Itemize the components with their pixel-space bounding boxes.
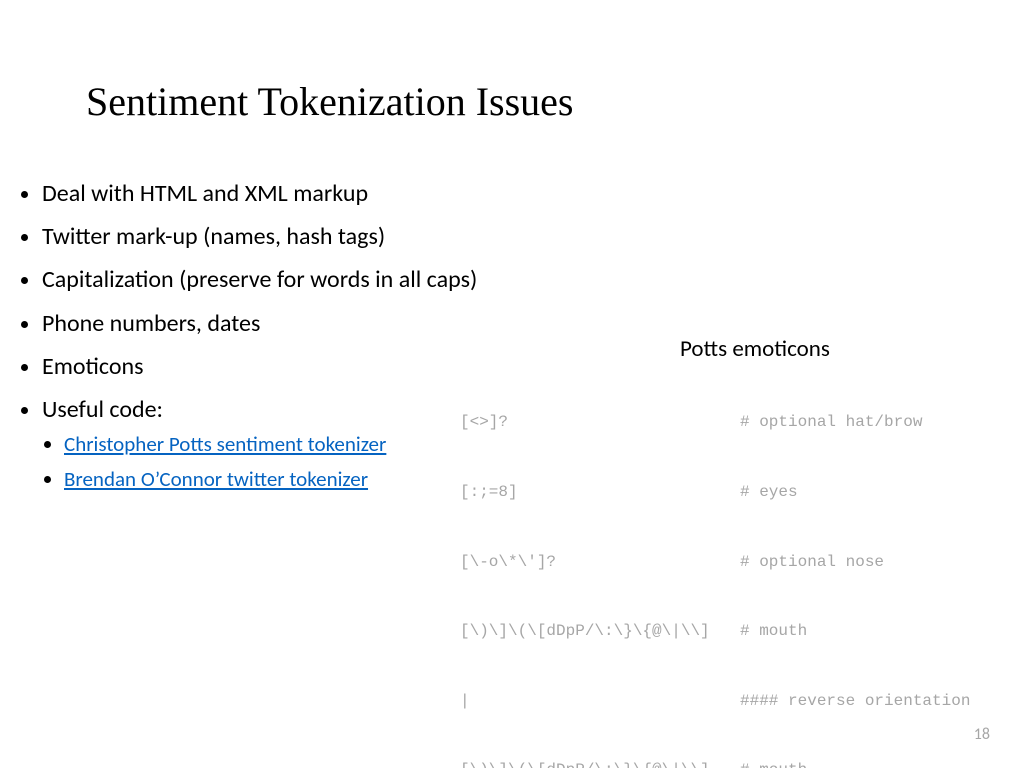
code-pattern: [<>]? <box>460 411 740 434</box>
code-comment: # eyes <box>740 481 798 504</box>
page-number: 18 <box>974 725 990 744</box>
slide-title: Sentiment Tokenization Issues <box>86 78 574 125</box>
sub-bullet-item: Christopher Potts sentiment tokenizer <box>64 428 500 461</box>
bullet-item: Phone numbers, dates <box>42 305 500 342</box>
code-comment: # mouth <box>740 620 807 643</box>
link-oconnor-tokenizer[interactable]: Brendan O’Connor twitter tokenizer <box>64 466 368 492</box>
code-comment: #### reverse orientation <box>740 690 970 713</box>
bullet-item: Twitter mark-up (names, hash tags) <box>42 218 500 255</box>
bullet-item: Deal with HTML and XML markup <box>42 175 500 212</box>
code-line: |#### reverse orientation <box>460 690 970 713</box>
sub-bullet-item: Brendan O’Connor twitter tokenizer <box>64 463 500 496</box>
bullet-item: Useful code: Christopher Potts sentiment… <box>42 391 500 495</box>
code-pattern: [\-o\*\']? <box>460 551 740 574</box>
code-pattern: | <box>460 690 740 713</box>
code-line: [\-o\*\']?# optional nose <box>460 551 970 574</box>
code-pattern: [:;=8] <box>460 481 740 504</box>
code-line: [\)\]\(\[dDpP/\:\}\{@\|\\]# mouth <box>460 759 970 768</box>
code-comment: # optional hat/brow <box>740 411 922 434</box>
code-line: [<>]?# optional hat/brow <box>460 411 970 434</box>
code-pattern: [\)\]\(\[dDpP/\:\}\{@\|\\] <box>460 759 740 768</box>
slide: Sentiment Tokenization Issues Deal with … <box>0 0 1024 768</box>
code-comment: # optional nose <box>740 551 884 574</box>
code-line: [:;=8]# eyes <box>460 481 970 504</box>
bullet-item: Capitalization (preserve for words in al… <box>42 261 500 298</box>
code-line: [\)\]\(\[dDpP/\:\}\{@\|\\]# mouth <box>460 620 970 643</box>
bullet-item: Emoticons <box>42 348 500 385</box>
regex-code-block: [<>]?# optional hat/brow [:;=8]# eyes [\… <box>460 365 970 768</box>
emoticons-heading: Potts emoticons <box>680 335 830 363</box>
code-comment: # mouth <box>740 759 807 768</box>
link-potts-tokenizer[interactable]: Christopher Potts sentiment tokenizer <box>64 431 386 457</box>
bullet-list: Deal with HTML and XML markup Twitter ma… <box>20 175 500 501</box>
bullet-label: Useful code: <box>42 395 163 424</box>
code-pattern: [\)\]\(\[dDpP/\:\}\{@\|\\] <box>460 620 740 643</box>
